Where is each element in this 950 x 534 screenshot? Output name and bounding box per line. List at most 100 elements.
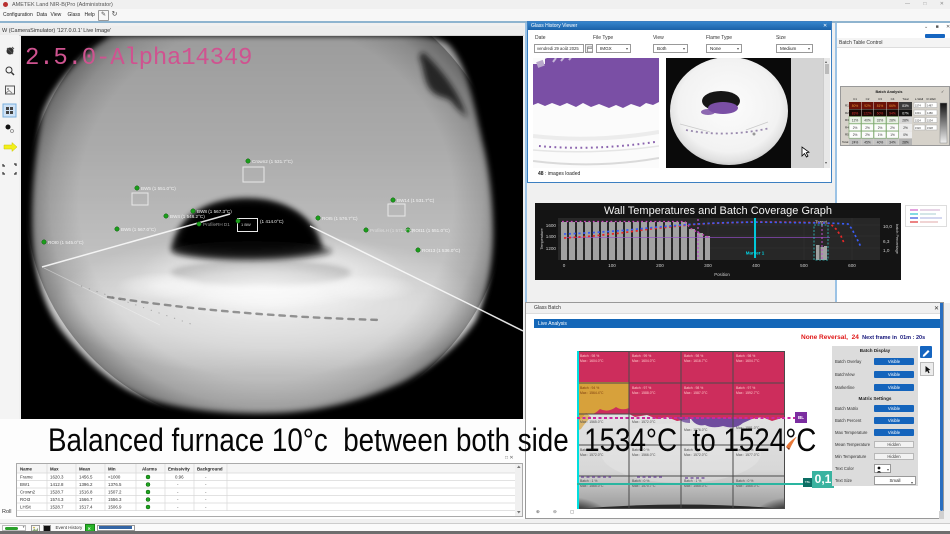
- svg-text:1517.4: 1517.4: [79, 505, 93, 510]
- svg-text:Batch : 98 %: Batch : 98 %: [684, 386, 703, 390]
- svg-text:1566.7: 1566.7: [79, 497, 93, 502]
- svg-text:83%: 83%: [852, 111, 859, 115]
- svg-text:-: -: [205, 490, 207, 495]
- svg-text:1200: 1200: [546, 246, 557, 251]
- svg-text:Name: Name: [20, 466, 33, 471]
- svg-text:Batch : 99 %: Batch : 99 %: [632, 354, 651, 358]
- svg-text:2%: 2%: [853, 126, 858, 130]
- svg-text:1528.7: 1528.7: [50, 490, 64, 495]
- svg-text:Max : 1570.7°C: Max : 1570.7°C: [632, 484, 656, 488]
- svg-text:Emissivity: Emissivity: [168, 466, 190, 471]
- svg-text:500: 500: [800, 263, 808, 268]
- svg-text:Max : 1565.0°C: Max : 1565.0°C: [736, 484, 760, 488]
- svg-text:10,0: 10,0: [883, 224, 892, 229]
- svg-text:1%: 1%: [878, 133, 883, 137]
- svg-text:1600: 1600: [546, 223, 557, 228]
- svg-text:-: -: [177, 505, 179, 510]
- svg-text:ROI11 (1 551.0°C): ROI11 (1 551.0°C): [412, 228, 450, 233]
- svg-text:40%: 40%: [864, 119, 871, 123]
- svg-text:Max : 1604.7°C: Max : 1604.7°C: [736, 359, 760, 363]
- svg-text:Crown2: Crown2: [20, 490, 36, 495]
- svg-text:32%: 32%: [877, 119, 884, 123]
- svg-text:24%: 24%: [852, 140, 859, 144]
- svg-text:1574.3: 1574.3: [50, 497, 64, 502]
- svg-text:60%: 60%: [877, 111, 884, 115]
- svg-text:80%: 80%: [852, 104, 859, 108]
- svg-text:ROI3: ROI3: [20, 497, 31, 502]
- svg-text:BW4 (1 546.2°C): BW4 (1 546.2°C): [170, 214, 205, 219]
- svg-text:-: -: [177, 482, 179, 487]
- svg-text:Background: Background: [197, 466, 223, 471]
- svg-text:1487: 1487: [927, 103, 933, 107]
- svg-text:122%: 122%: [863, 111, 871, 115]
- svg-text:Max : 1604.0°C: Max : 1604.0°C: [632, 359, 656, 363]
- svg-text:1,0: 1,0: [883, 248, 890, 253]
- svg-text:BW14 (1 531.7°C): BW14 (1 531.7°C): [397, 198, 435, 203]
- svg-text:1480: 1480: [927, 111, 933, 115]
- svg-text:R1: R1: [845, 104, 849, 108]
- svg-text:R3: R3: [845, 118, 849, 122]
- svg-text:Max : 1588.0°C: Max : 1588.0°C: [632, 391, 656, 395]
- svg-text:-: -: [205, 475, 207, 480]
- svg-text:1507.2: 1507.2: [108, 490, 122, 495]
- svg-text:0.96: 0.96: [175, 475, 184, 480]
- svg-text:2%: 2%: [865, 133, 870, 137]
- svg-text:C4: C4: [891, 97, 895, 101]
- svg-text:1516.8: 1516.8: [79, 490, 93, 495]
- svg-text:2.5.0-Alpha14349: 2.5.0-Alpha14349: [25, 45, 252, 72]
- svg-text:92%: 92%: [864, 104, 871, 108]
- svg-text:1456.5: 1456.5: [79, 475, 93, 480]
- svg-text:C2: C2: [866, 97, 870, 101]
- svg-text:Batch Analysis: Batch Analysis: [875, 90, 902, 94]
- svg-text:Temperature: Temperature: [540, 228, 544, 249]
- svg-text:Total: Total: [902, 97, 909, 101]
- svg-text:28%: 28%: [889, 119, 896, 123]
- svg-text:BW1: BW1: [20, 482, 30, 487]
- svg-text:C3: C3: [878, 97, 882, 101]
- svg-text:2%: 2%: [903, 126, 908, 130]
- svg-text:1506.9: 1506.9: [108, 505, 122, 510]
- svg-text:ProfileRH D1: ProfileRH D1: [203, 222, 230, 227]
- svg-text:Max : 1565.0°C: Max : 1565.0°C: [580, 484, 604, 488]
- svg-text:Alarms: Alarms: [142, 466, 157, 471]
- svg-text:81%: 81%: [877, 104, 884, 108]
- svg-text:40%: 40%: [877, 140, 884, 144]
- svg-text:Batch : 98 %: Batch : 98 %: [684, 354, 703, 358]
- svg-text:34%: 34%: [889, 140, 896, 144]
- svg-text:12%: 12%: [852, 119, 859, 123]
- svg-text:1400: 1400: [546, 234, 557, 239]
- svg-text:0%: 0%: [903, 133, 908, 137]
- svg-text:Marker 1: Marker 1: [746, 251, 765, 256]
- svg-text:0: 0: [563, 263, 566, 268]
- svg-text:100: 100: [608, 263, 616, 268]
- svg-text:R2: R2: [845, 111, 849, 115]
- svg-text:400: 400: [752, 263, 760, 268]
- svg-text:LHSit: LHSit: [20, 505, 32, 510]
- svg-text:1528: 1528: [927, 126, 933, 130]
- svg-text:BW6 (1 567.0°C): BW6 (1 567.0°C): [121, 227, 156, 232]
- svg-text:-: -: [205, 482, 207, 487]
- svg-text:28%: 28%: [902, 140, 909, 144]
- svg-text:1620.3: 1620.3: [50, 475, 64, 480]
- svg-text:1528.7: 1528.7: [50, 505, 64, 510]
- svg-text:Max : 1587.0°C: Max : 1587.0°C: [684, 391, 708, 395]
- svg-text:-: -: [205, 505, 207, 510]
- svg-text:Total: Total: [842, 140, 849, 144]
- svg-text:batch Percentage: batch Percentage: [895, 224, 899, 254]
- svg-text:6,3: 6,3: [883, 239, 890, 244]
- svg-text:<1000: <1000: [108, 475, 121, 480]
- svg-text:Batch : 97 %: Batch : 97 %: [736, 386, 755, 390]
- svg-text:Wall Temperatures and Batch Co: Wall Temperatures and Batch Coverage Gra…: [604, 205, 832, 217]
- svg-text:1 BW: 1 BW: [241, 222, 251, 227]
- svg-text:Max: Max: [50, 466, 59, 471]
- svg-text:1376.5: 1376.5: [108, 482, 122, 487]
- svg-text:-: -: [177, 497, 179, 502]
- svg-text:Max : 1592.7°C: Max : 1592.7°C: [736, 391, 760, 395]
- svg-text:66%: 66%: [889, 104, 896, 108]
- svg-text:94%: 94%: [889, 111, 896, 115]
- svg-text:1520: 1520: [915, 126, 921, 130]
- svg-text:1%: 1%: [890, 133, 895, 137]
- svg-text:1601: 1601: [915, 111, 921, 115]
- svg-text:C1: C1: [853, 97, 857, 101]
- svg-text:1524: 1524: [915, 118, 921, 122]
